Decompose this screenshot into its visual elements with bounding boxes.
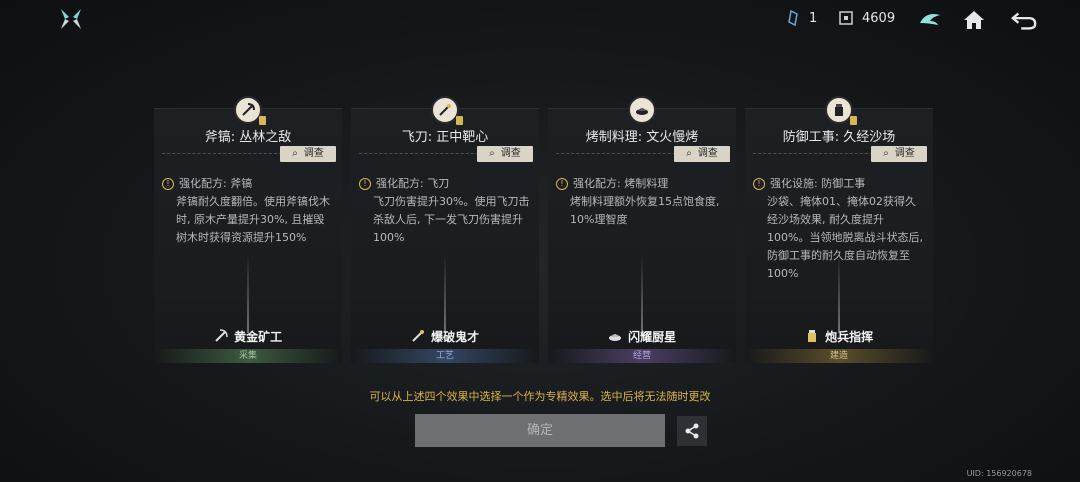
- selection-notice: 可以从上述四个效果中选择一个作为专精效果。选中后将无法随时更改: [369, 390, 711, 403]
- chef-badge-icon: [608, 329, 622, 343]
- category-bar: 工艺: [351, 349, 539, 363]
- card-description: ! 强化配方: 斧镐 斧镐耐久度翻倍。使用斧镐伐木时, 原木产量提升30%, 且摧…: [162, 175, 334, 247]
- light-beam: [444, 253, 446, 333]
- lock-icon: [456, 116, 463, 125]
- category-bar: 采集: [154, 349, 342, 363]
- user-id: UID: 156920678: [966, 469, 1032, 478]
- badge-label: 炮兵指挥: [825, 330, 874, 344]
- info-icon: !: [753, 178, 765, 190]
- badge-label: 黄金矿工: [234, 330, 283, 344]
- roast-food-icon: [628, 96, 656, 124]
- crystal-icon: [785, 9, 801, 27]
- investigate-label: 调查: [303, 148, 324, 159]
- desc-head: 强化设施: 防御工事: [770, 177, 866, 190]
- divider: [556, 153, 676, 154]
- specialization-card-2[interactable]: 飞刀: 正中靶心 ⌕ 调查 ! 强化配方: 飞刀 飞刀伤害提升30%。使用飞刀击杀…: [351, 96, 539, 363]
- category-bar: 经营: [548, 349, 736, 363]
- divider: [359, 153, 479, 154]
- badge-label: 爆破鬼才: [431, 330, 480, 344]
- category-label: 经营: [632, 351, 651, 361]
- badge-name: 炮兵指挥: [745, 328, 933, 345]
- share-button[interactable]: [677, 416, 707, 446]
- lock-icon: [259, 116, 266, 125]
- divider: [753, 153, 873, 154]
- game-logo-icon[interactable]: [58, 6, 84, 32]
- desc-head: 强化配方: 斧镐: [179, 177, 253, 190]
- investigate-button[interactable]: ⌕ 调查: [871, 146, 927, 162]
- artillery-badge-icon: [805, 329, 819, 343]
- badge-name: 闪耀厨星: [548, 328, 736, 345]
- desc-body: 烤制料理额外恢复15点饱食度, 10%理智度: [570, 195, 720, 226]
- search-icon: ⌕: [292, 148, 298, 159]
- investigate-label: 调查: [697, 148, 718, 159]
- guild-emblem-icon[interactable]: [916, 6, 944, 34]
- search-icon: ⌕: [489, 148, 495, 159]
- crystal-value: 1: [809, 10, 818, 26]
- confirm-button[interactable]: 确定: [415, 414, 665, 447]
- desc-head: 强化配方: 飞刀: [376, 177, 450, 190]
- card-title: 飞刀: 正中靶心: [401, 130, 489, 145]
- fortification-icon: [825, 96, 857, 125]
- light-beam: [838, 253, 840, 333]
- investigate-label: 调查: [500, 148, 521, 159]
- divider: [162, 153, 282, 154]
- card-description: ! 强化配方: 飞刀 飞刀伤害提升30%。使用飞刀击杀敌人后, 下一发飞刀伤害提升…: [359, 175, 531, 247]
- token-icon: [838, 10, 854, 26]
- search-icon: ⌕: [686, 148, 692, 159]
- investigate-button[interactable]: ⌕ 调查: [674, 146, 730, 162]
- info-icon: !: [162, 178, 174, 190]
- pickaxe-icon: [234, 96, 266, 125]
- card-description: ! 强化配方: 烤制料理 烤制料理额外恢复15点饱食度, 10%理智度: [556, 175, 728, 229]
- specialization-card-4[interactable]: 防御工事: 久经沙场 ⌕ 调查 ! 强化设施: 防御工事 沙袋、掩体01、掩体02…: [745, 96, 933, 363]
- crystal-counter: 1: [785, 9, 818, 27]
- desc-body: 斧镐耐久度翻倍。使用斧镐伐木时, 原木产量提升30%, 且摧毁树木时获得资源提升…: [176, 195, 330, 244]
- card-title: 防御工事: 久经沙场: [782, 130, 896, 145]
- back-icon[interactable]: [1010, 6, 1038, 34]
- token-value: 4609: [862, 10, 896, 26]
- investigate-button[interactable]: ⌕ 调查: [477, 146, 533, 162]
- throwing-knife-icon: [431, 96, 463, 125]
- investigate-label: 调查: [894, 148, 915, 159]
- investigate-button[interactable]: ⌕ 调查: [280, 146, 336, 162]
- badge-name: 爆破鬼才: [351, 328, 539, 345]
- share-icon: [685, 423, 699, 439]
- specialization-card-1[interactable]: 斧镐: 丛林之敌 ⌕ 调查 ! 强化配方: 斧镐 斧镐耐久度翻倍。使用斧镐伐木时,…: [154, 96, 342, 363]
- token-counter: 4609: [838, 10, 895, 26]
- light-beam: [641, 253, 643, 333]
- desc-body: 飞刀伤害提升30%。使用飞刀击杀敌人后, 下一发飞刀伤害提升100%: [373, 195, 530, 244]
- pickaxe-badge-icon: [214, 329, 228, 343]
- card-title: 烤制料理: 文火慢烤: [585, 130, 699, 145]
- category-bar: 建造: [745, 349, 933, 363]
- specialization-card-3[interactable]: 烤制料理: 文火慢烤 ⌕ 调查 ! 强化配方: 烤制料理 烤制料理额外恢复15点饱…: [548, 96, 736, 363]
- category-label: 采集: [238, 351, 257, 361]
- info-icon: !: [359, 178, 371, 190]
- search-icon: ⌕: [883, 148, 889, 159]
- badge-name: 黄金矿工: [154, 328, 342, 345]
- top-bar: 1 4609: [0, 0, 1080, 40]
- category-label: 建造: [829, 351, 848, 361]
- lock-icon: [850, 116, 857, 125]
- light-beam: [247, 253, 249, 333]
- card-title: 斧镐: 丛林之敌: [204, 130, 292, 145]
- dynamite-badge-icon: [411, 329, 425, 343]
- home-icon[interactable]: [960, 6, 988, 34]
- badge-label: 闪耀厨星: [628, 330, 677, 344]
- desc-head: 强化配方: 烤制料理: [573, 177, 669, 190]
- category-label: 工艺: [435, 351, 454, 361]
- info-icon: !: [556, 178, 568, 190]
